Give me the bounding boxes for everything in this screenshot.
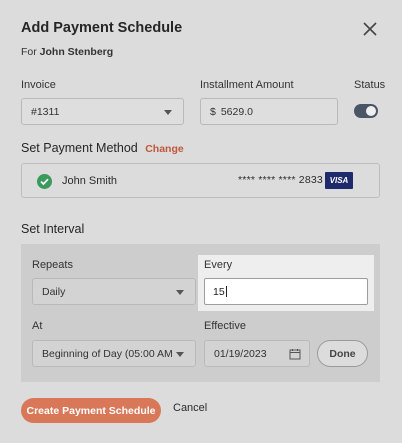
repeats-label: Repeats [32, 259, 73, 271]
repeats-select[interactable]: Daily [32, 278, 196, 305]
effective-value: 01/19/2023 [214, 347, 267, 360]
interval-title: Set Interval [21, 222, 85, 236]
chevron-down-icon [164, 110, 172, 115]
status-label: Status [354, 79, 386, 91]
masked-card-number: **** **** **** 2833 [238, 174, 323, 186]
chevron-down-icon [176, 352, 184, 357]
every-input[interactable]: 15 [204, 278, 368, 305]
invoice-value: #1311 [31, 105, 60, 118]
customer-name: John Stenberg [39, 46, 114, 58]
at-select[interactable]: Beginning of Day (05:00 AM [32, 340, 196, 367]
every-value: 15 [213, 285, 225, 298]
cardholder-name: John Smith [62, 175, 118, 187]
repeats-value: Daily [42, 285, 66, 298]
calendar-icon[interactable] [289, 348, 301, 360]
chevron-down-icon [176, 290, 184, 295]
payment-method-section: Set Payment Method Change [21, 141, 184, 155]
installment-value: 5629.0 [220, 105, 253, 118]
status-toggle[interactable] [354, 104, 378, 118]
every-label: Every [204, 259, 233, 271]
change-payment-method-link[interactable]: Change [145, 143, 184, 155]
close-icon[interactable] [360, 19, 380, 39]
at-value: Beginning of Day (05:00 AM [42, 347, 173, 360]
effective-date-input[interactable]: 01/19/2023 [204, 340, 310, 367]
done-button[interactable]: Done [317, 340, 368, 367]
invoice-select[interactable]: #1311 [21, 98, 184, 125]
cancel-button[interactable]: Cancel [173, 402, 207, 414]
create-payment-schedule-button[interactable]: Create Payment Schedule [21, 398, 161, 423]
invoice-label: Invoice [21, 79, 56, 91]
installment-label: Installment Amount [200, 79, 294, 91]
visa-card-icon: VISA [325, 172, 353, 189]
modal-subtitle: For John Stenberg [21, 46, 113, 58]
text-cursor [225, 286, 227, 297]
subtitle-prefix: For [21, 46, 37, 58]
add-payment-schedule-modal: Add Payment Schedule For John Stenberg I… [0, 0, 402, 443]
payment-method-card[interactable]: John Smith **** **** **** 2833 VISA [21, 163, 380, 198]
installment-amount-input[interactable]: $ 5629.0 [200, 98, 338, 125]
modal-title: Add Payment Schedule [21, 20, 183, 36]
currency-symbol: $ [210, 105, 216, 118]
toggle-knob [366, 106, 376, 116]
effective-label: Effective [204, 320, 246, 332]
at-label: At [32, 320, 43, 332]
check-circle-icon [37, 174, 52, 189]
payment-method-title: Set Payment Method [21, 141, 138, 155]
